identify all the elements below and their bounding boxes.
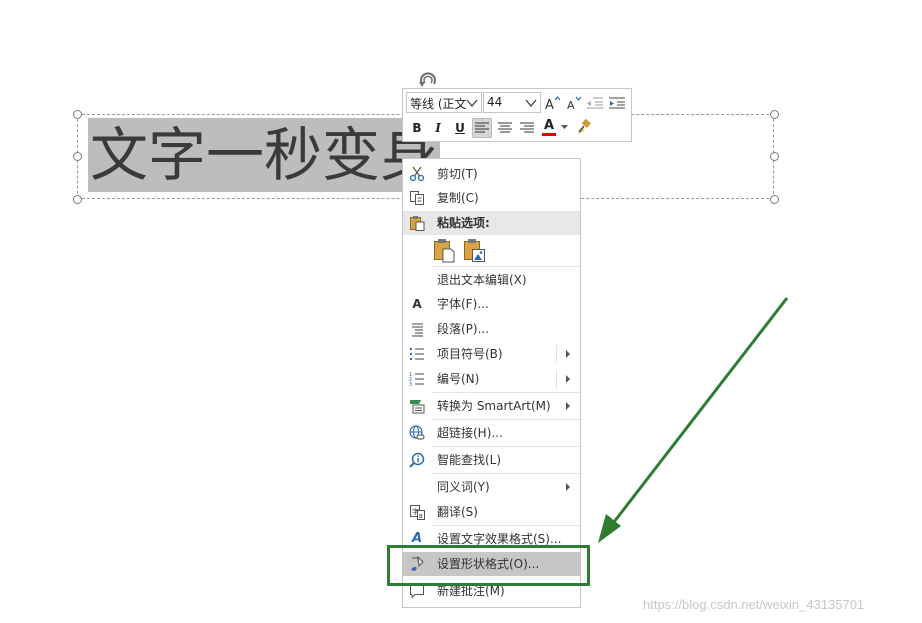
annotation-arrow-icon	[598, 297, 789, 543]
watermark-text: https://blog.csdn.net/weixin_43135701	[643, 597, 865, 612]
